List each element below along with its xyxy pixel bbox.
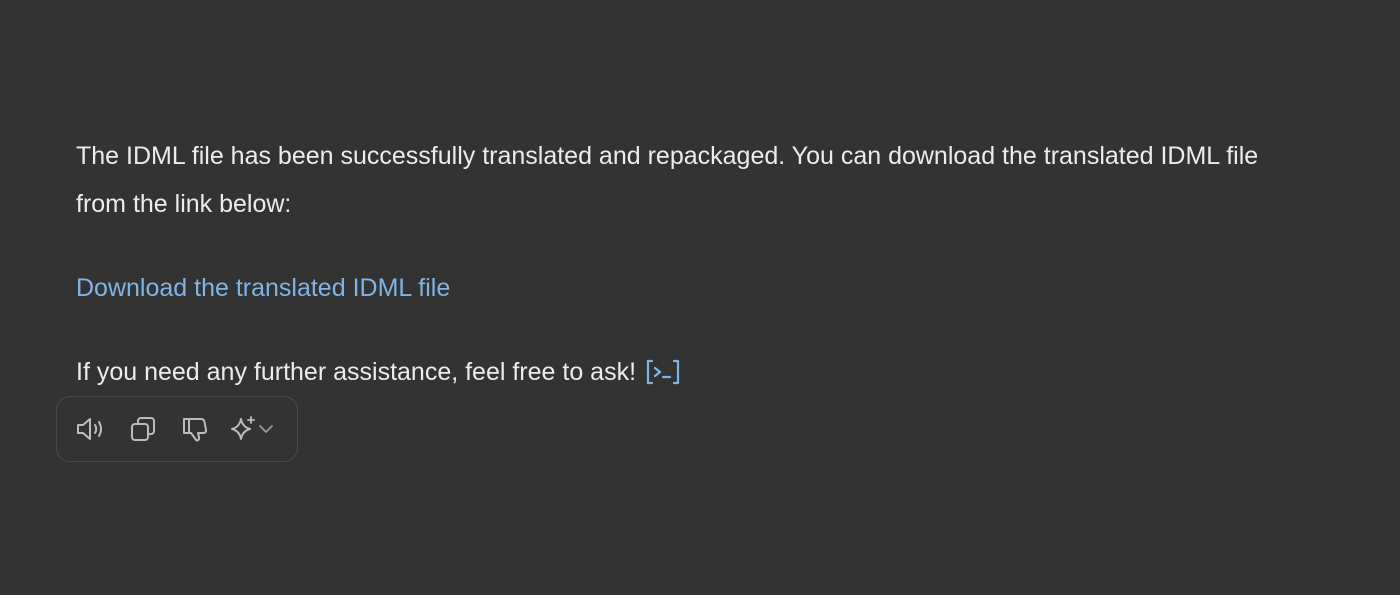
closing-text: If you need any further assistance, feel… xyxy=(76,358,637,386)
code-interpreter-icon[interactable] xyxy=(646,357,682,387)
sparkle-icon xyxy=(231,416,256,440)
message-actions-toolbar xyxy=(56,396,298,462)
speaker-icon xyxy=(76,418,102,440)
message-paragraph: The IDML file has been successfully tran… xyxy=(76,142,1259,218)
dislike-button[interactable] xyxy=(177,411,212,447)
closing-line: If you need any further assistance, feel… xyxy=(76,348,1306,396)
regenerate-model-button[interactable] xyxy=(229,411,280,447)
copy-icon xyxy=(130,417,155,441)
assistant-message: The IDML file has been successfully tran… xyxy=(76,132,1306,396)
chevron-down-icon xyxy=(259,425,274,433)
download-link[interactable]: Download the translated IDML file xyxy=(76,264,450,312)
thumbs-down-icon xyxy=(182,418,207,442)
copy-button[interactable] xyxy=(125,411,160,447)
read-aloud-button[interactable] xyxy=(73,411,108,447)
